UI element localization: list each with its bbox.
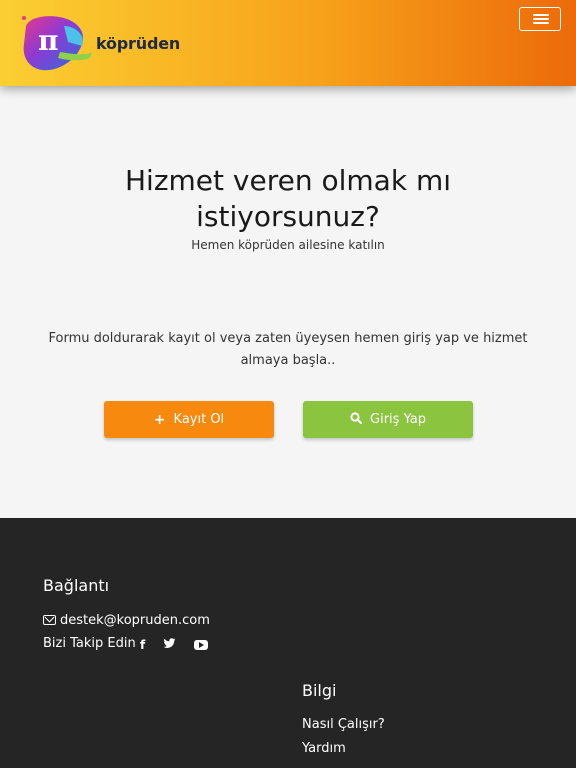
register-button[interactable]: + Kayıt Ol	[104, 401, 274, 438]
menu-toggle-button[interactable]	[519, 7, 561, 31]
youtube-icon[interactable]	[194, 640, 209, 650]
footer-email-text: destek@kopruden.com	[60, 613, 210, 628]
footer-link-help[interactable]: Yardım	[302, 741, 346, 756]
site-logo[interactable]: π köprüden	[20, 12, 180, 74]
footer-link-how-it-works[interactable]: Nasıl Çalışır?	[302, 717, 385, 732]
logo-text: köprüden	[96, 34, 181, 53]
hero-description: Formu doldurarak kayıt ol veya zaten üye…	[48, 331, 528, 368]
hamburger-icon	[533, 14, 549, 16]
login-button-label: Giriş Yap	[370, 412, 426, 427]
logo-pi-symbol: π	[38, 24, 59, 57]
footer-links-heading: Bağlantı	[43, 576, 110, 595]
hero-subtitle: Hemen köprüden ailesine katılın	[191, 238, 385, 252]
hero-section: Hizmet veren olmak mı istiyorsunuz? Heme…	[0, 106, 576, 518]
logo-mark-icon: π	[22, 16, 92, 71]
plus-icon: +	[153, 411, 166, 428]
social-links: f	[140, 638, 209, 652]
facebook-icon[interactable]: f	[140, 638, 145, 652]
envelope-icon	[43, 615, 56, 625]
footer-info-heading: Bilgi	[302, 681, 337, 700]
login-button[interactable]: Giriş Yap	[303, 401, 473, 438]
footer-email-link[interactable]: destek@kopruden.com	[43, 613, 210, 628]
site-header: π köprüden	[0, 0, 576, 86]
twitter-icon[interactable]	[163, 638, 176, 652]
follow-us-text: Bizi Takip Edin	[43, 636, 136, 651]
hero-title: Hizmet veren olmak mı istiyorsunuz?	[125, 164, 451, 233]
register-button-label: Kayıt Ol	[173, 412, 225, 427]
search-icon	[350, 411, 363, 428]
site-footer: Bağlantı destek@kopruden.com Bizi Takip …	[0, 518, 576, 768]
